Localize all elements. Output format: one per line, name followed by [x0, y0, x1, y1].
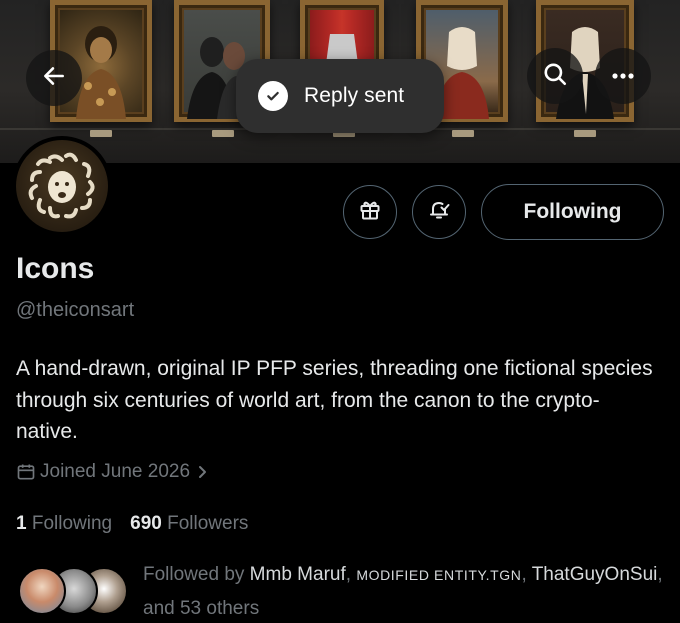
followed-by-user-2: MODIFIED ENTITY.TGN [356, 567, 522, 583]
banner-plaque-4 [452, 130, 474, 137]
followed-by-avatars[interactable] [18, 567, 128, 617]
arrow-left-icon [41, 63, 67, 94]
followed-by-separator: , [657, 564, 663, 585]
joined-text: Joined June 2026 [40, 461, 191, 482]
followed-by-user-3: ThatGuyOnSui [531, 564, 658, 585]
followed-by-separator: , [345, 564, 352, 585]
follow-stats: 1 Following 690 Followers [16, 513, 248, 535]
toast-message: Reply sent [304, 84, 405, 107]
medusa-emblem-icon [28, 152, 95, 219]
bell-check-icon [427, 198, 451, 227]
followers-count: 690 [130, 513, 162, 534]
followed-by-suffix: and 53 others [143, 598, 260, 619]
reply-sent-toast: Reply sent [236, 59, 444, 133]
notifications-button[interactable] [412, 185, 466, 239]
search-button[interactable] [527, 48, 583, 104]
more-horizontal-icon [611, 67, 635, 85]
back-button[interactable] [26, 50, 82, 106]
followed-by-prefix: Followed by [143, 564, 245, 585]
following-button[interactable]: Following [481, 184, 664, 240]
followers-count-link[interactable]: 690 Followers [130, 513, 248, 535]
banner-plaque-5 [574, 130, 596, 137]
joined-date[interactable]: Joined June 2026 [16, 461, 208, 483]
chevron-right-icon [196, 464, 208, 480]
profile-avatar[interactable] [12, 136, 112, 236]
gift-button[interactable] [343, 185, 397, 239]
followers-label: Followers [167, 513, 249, 534]
profile-handle: @theiconsart [16, 299, 135, 321]
followed-by-separator: , [521, 564, 527, 585]
gift-icon [358, 198, 382, 227]
following-label: Following [31, 513, 113, 534]
followed-by-user-1: Mmb Maruf [249, 564, 346, 585]
following-count: 1 [16, 513, 27, 534]
profile-name: Icons [16, 252, 95, 285]
banner-plaque-2 [212, 130, 234, 137]
avatar [18, 567, 66, 615]
search-icon [542, 61, 568, 92]
calendar-icon [16, 462, 36, 482]
following-count-link[interactable]: 1 Following [16, 513, 112, 535]
followed-by-text[interactable]: Followed by Mmb Maruf, MODIFIED ENTITY.T… [143, 558, 673, 623]
check-circle-icon [258, 81, 288, 111]
profile-bio: A hand-drawn, original IP PFP series, th… [16, 357, 653, 443]
banner-plaque-1 [90, 130, 112, 137]
more-button[interactable] [595, 48, 651, 104]
